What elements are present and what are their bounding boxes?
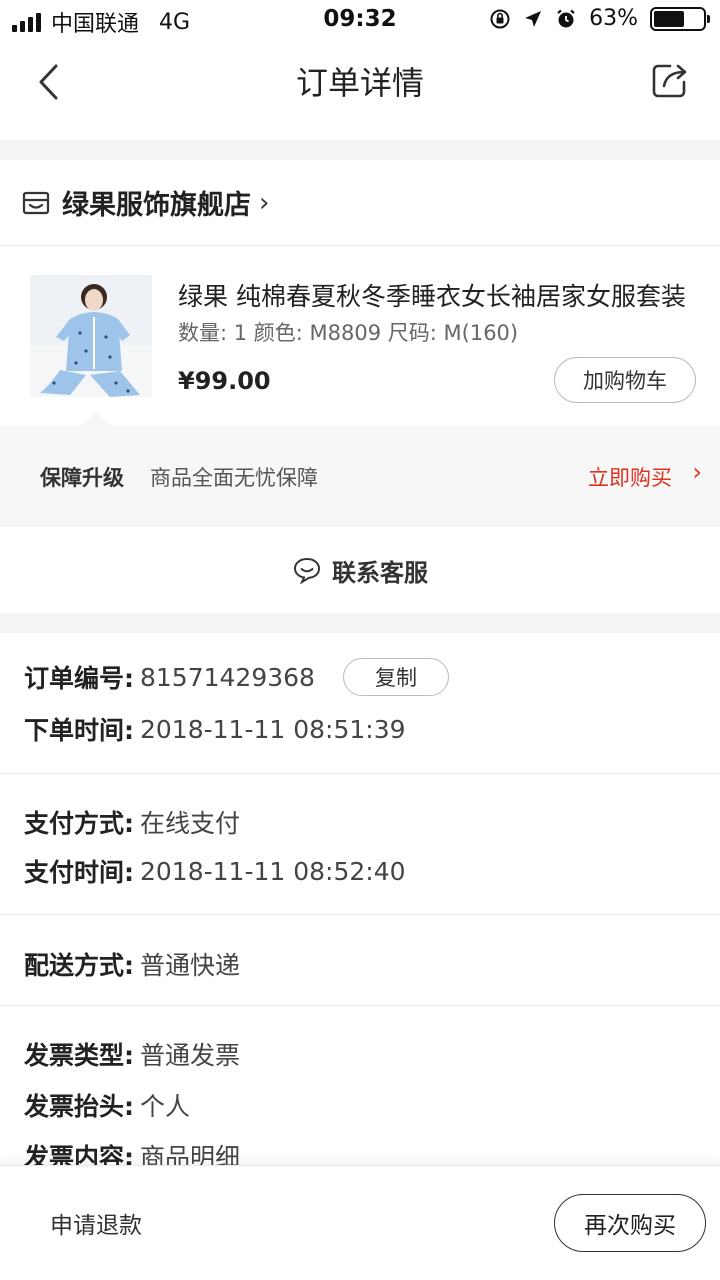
guarantee-label: 保障升级	[40, 466, 124, 490]
invoice-type-key: 发票类型:	[24, 1041, 134, 1070]
invoice-title-key: 发票抬头:	[24, 1092, 134, 1121]
guarantee-description: 商品全面无忧保障	[150, 466, 318, 490]
payment-time-row: 支付时间: 2018-11-11 08:52:40	[24, 853, 406, 889]
battery-percent: 63%	[589, 6, 638, 31]
order-number-row: 订单编号: 81571429368 复制	[24, 658, 449, 696]
status-bar: 中国联通 4G 09:32 63%	[0, 0, 720, 40]
shop-row[interactable]: 绿果服饰旗舰店 ›	[0, 160, 720, 246]
location-icon	[525, 10, 542, 27]
orientation-lock-icon	[490, 9, 510, 28]
buy-now-link[interactable]: 立即购买	[588, 462, 672, 492]
buy-again-button[interactable]: 再次购买	[554, 1194, 706, 1252]
product-item[interactable]: 绿果 纯棉春夏秋冬季睡衣女长袖居家女服套装 数量: 1 颜色: M8809 尺码…	[0, 247, 720, 422]
invoice-type-value: 普通发票	[140, 1041, 241, 1070]
invoice-title-row: 发票抬头: 个人	[24, 1087, 190, 1123]
payment-method-key: 支付方式:	[24, 809, 134, 838]
delivery-method-value: 普通快递	[140, 951, 241, 980]
page-title: 订单详情	[295, 64, 424, 102]
order-time-value: 2018-11-11 08:51:39	[140, 714, 406, 744]
contact-service-button[interactable]: 联系客服	[0, 527, 720, 613]
section-gap	[0, 140, 720, 160]
battery-icon	[650, 6, 710, 31]
chat-icon	[293, 557, 321, 584]
order-time-row: 下单时间: 2018-11-11 08:51:39	[24, 711, 406, 747]
apply-refund-link[interactable]: 申请退款	[50, 1206, 142, 1240]
notch	[82, 412, 110, 426]
product-title[interactable]: 绿果 纯棉春夏秋冬季睡衣女长袖居家女服套装	[178, 277, 698, 313]
order-time-key: 下单时间:	[24, 716, 134, 745]
nav-bar: 订单详情	[0, 40, 720, 130]
section-gap	[0, 613, 720, 633]
shop-name[interactable]: 绿果服饰旗舰店	[62, 183, 251, 222]
contact-service-label[interactable]: 联系客服	[332, 553, 428, 588]
guarantee-upgrade-row[interactable]: 保障升级 商品全面无忧保障 立即购买 ›	[0, 412, 720, 526]
payment-time-key: 支付时间:	[24, 858, 134, 887]
payment-method-value: 在线支付	[140, 809, 241, 838]
battery-fill	[654, 10, 685, 27]
status-right: 63%	[489, 6, 710, 31]
payment-method-row: 支付方式: 在线支付	[24, 804, 240, 840]
product-image[interactable]	[30, 275, 152, 397]
invoice-type-row: 发票类型: 普通发票	[24, 1036, 240, 1072]
order-number-value: 81571429368	[140, 662, 315, 692]
divider	[0, 914, 720, 915]
divider	[0, 1005, 720, 1006]
delivery-method-key: 配送方式:	[24, 951, 134, 980]
bottom-action-bar: 申请退款 再次购买	[0, 1165, 720, 1280]
delivery-method-row: 配送方式: 普通快递	[24, 946, 240, 982]
alarm-icon	[557, 9, 575, 27]
copy-button[interactable]: 复制	[342, 658, 449, 696]
order-number-key: 订单编号:	[24, 664, 134, 693]
product-spec: 数量: 1 颜色: M8809 尺码: M(160)	[178, 321, 519, 345]
chevron-right-icon[interactable]: ›	[692, 458, 702, 486]
add-to-cart-button[interactable]: 加购物车	[554, 357, 696, 403]
product-price: ¥99.00	[178, 367, 271, 395]
divider	[0, 773, 720, 774]
invoice-title-value: 个人	[140, 1092, 191, 1121]
shop-arrow-icon: ›	[259, 187, 270, 218]
store-icon	[22, 191, 50, 214]
share-icon[interactable]	[648, 58, 692, 102]
payment-time-value: 2018-11-11 08:52:40	[140, 856, 406, 886]
